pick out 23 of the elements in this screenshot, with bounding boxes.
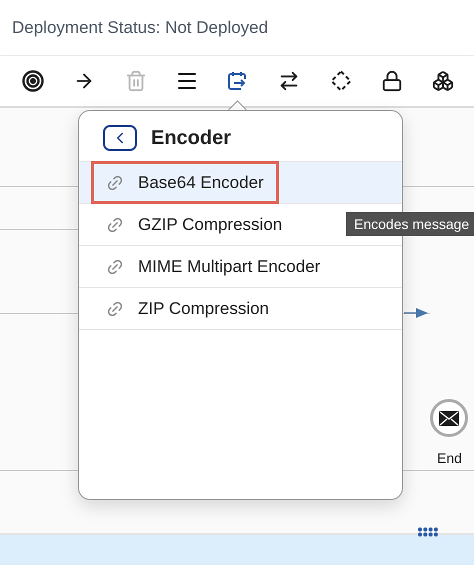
envelope-icon <box>439 410 459 426</box>
lock-icon <box>380 70 403 92</box>
deployment-status: Deployment Status: Not Deployed <box>12 18 268 38</box>
menu-item[interactable]: MIME Multipart Encoder <box>79 245 402 287</box>
cubes-icon <box>432 70 454 92</box>
menu-item[interactable]: Base64 Encoder <box>79 161 402 203</box>
calendar-arrow-icon <box>227 70 249 92</box>
drag-handle-icon[interactable] <box>417 527 439 537</box>
end-event-label: End <box>437 450 462 466</box>
back-button[interactable] <box>103 125 137 151</box>
tooltip: Encodes message <box>346 212 474 236</box>
concentric-circles-icon <box>22 70 44 92</box>
dashed-diamond-icon <box>330 70 352 92</box>
popover-title: Encoder <box>151 126 232 150</box>
toolbar-button[interactable] <box>430 68 456 94</box>
menu-item-label: Base64 Encoder <box>138 172 264 192</box>
menu-item-label: GZIP Compression <box>138 214 282 234</box>
trash-icon <box>124 70 146 92</box>
menu-item-label: ZIP Compression <box>138 298 270 318</box>
menu-item-label: MIME Multipart Encoder <box>138 256 320 276</box>
menu-item[interactable]: ZIP Compression <box>79 287 402 329</box>
flow-arrow-icon <box>404 307 430 319</box>
toolbar-button[interactable] <box>20 68 46 94</box>
